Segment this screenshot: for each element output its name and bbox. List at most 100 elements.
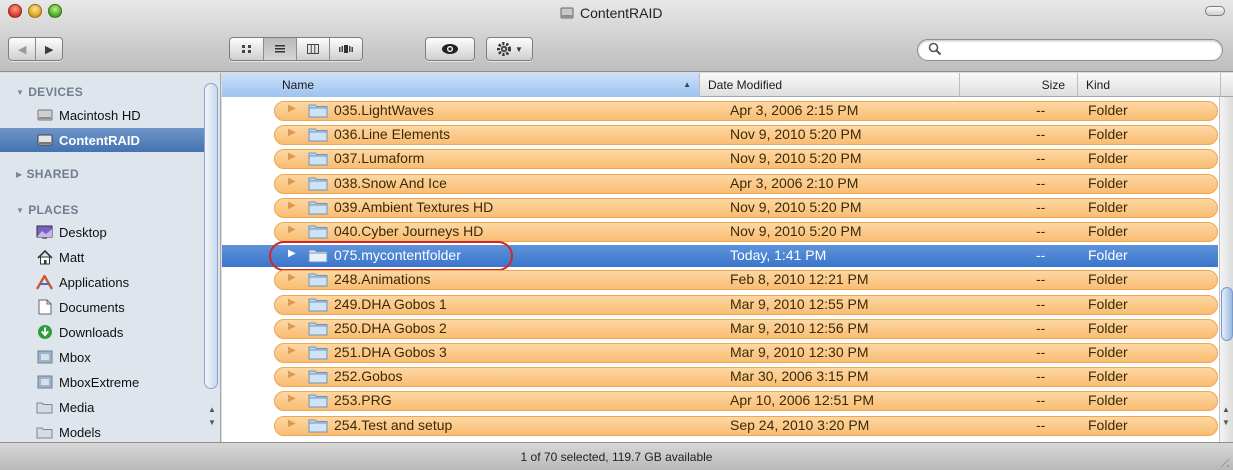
list-view-button[interactable] — [263, 38, 296, 60]
file-row[interactable]: ▶ 252.Gobos Mar 30, 2006 3:15 PM -- Folder — [222, 366, 1218, 388]
disclosure-triangle-icon[interactable]: ▶ — [288, 224, 296, 235]
file-row[interactable]: ▶ 254.Test and setup Sep 24, 2010 3:20 PM -… — [222, 415, 1218, 437]
file-row[interactable]: ▶ 249.DHA Gobos 1 Mar 9, 2010 12:55 PM -- Fo… — [222, 294, 1218, 316]
sidebar-item-downloads[interactable]: Downloads — [0, 320, 204, 344]
folder-icon — [308, 201, 328, 215]
sidebar-section-places[interactable]: ▼ PLACES — [16, 203, 79, 217]
file-row[interactable]: ▶ 035.LightWaves Apr 3, 2006 2:15 PM -- Fold… — [222, 100, 1218, 122]
scroll-up-icon[interactable]: ▲ — [205, 403, 219, 416]
column-header-label: Date Modified — [708, 78, 783, 92]
file-row[interactable]: ▶ 038.Snow And Ice Apr 3, 2006 2:10 PM -- Fo… — [222, 173, 1218, 195]
file-name: 254.Test and setup — [334, 417, 453, 433]
column-view-button[interactable] — [296, 38, 329, 60]
disclosure-triangle-icon[interactable]: ▶ — [288, 369, 296, 380]
view-mode-buttons — [229, 37, 363, 61]
documents-icon — [36, 299, 53, 316]
sidebar-item-matt[interactable]: Matt — [0, 245, 204, 269]
hard-drive-icon — [36, 132, 53, 149]
sidebar-item-label: Macintosh HD — [59, 107, 141, 123]
zoom-window-button[interactable] — [48, 4, 62, 18]
file-row[interactable]: ▶ 253.PRG Apr 10, 2006 12:51 PM -- Folder — [222, 390, 1218, 412]
disclosure-triangle-icon[interactable]: ▶ — [288, 393, 296, 404]
disclosure-triangle-icon[interactable]: ▶ — [288, 151, 296, 162]
file-row[interactable]: ▶ 250.DHA Gobos 2 Mar 9, 2010 12:56 PM -- Fo… — [222, 318, 1218, 340]
sidebar-item-applications[interactable]: Applications — [0, 270, 204, 294]
file-kind: Folder — [1088, 175, 1128, 191]
status-text: 1 of 70 selected, 119.7 GB available — [520, 449, 713, 464]
file-date-modified: Mar 9, 2010 12:55 PM — [730, 296, 869, 312]
scroll-down-icon[interactable]: ▼ — [205, 416, 219, 429]
sidebar-scroll-arrows[interactable]: ▲ ▼ — [205, 403, 219, 429]
folder-icon — [308, 419, 328, 433]
column-header-name[interactable]: Name ▲ — [222, 73, 700, 97]
action-menu-button[interactable]: ▼ — [486, 37, 533, 61]
file-size: -- — [1036, 392, 1046, 408]
sidebar-item-mbox[interactable]: Mbox — [0, 345, 204, 369]
status-bar: 1 of 70 selected, 119.7 GB available — [0, 442, 1233, 470]
sidebar-item-label: Mbox — [59, 349, 91, 365]
file-kind: Folder — [1088, 199, 1128, 215]
sidebar-item-label: Downloads — [59, 324, 124, 340]
file-row[interactable]: ▶ 040.Cyber Journeys HD Nov 9, 2010 5:20 P… — [222, 221, 1218, 243]
disclosure-triangle-icon[interactable]: ▶ — [288, 200, 296, 211]
column-header-kind[interactable]: Kind — [1078, 73, 1221, 97]
column-header-label: Kind — [1086, 78, 1111, 92]
sort-ascending-icon: ▲ — [683, 80, 691, 89]
column-header-label: Name — [282, 78, 315, 92]
close-window-button[interactable] — [8, 4, 22, 18]
disclosure-triangle-icon[interactable]: ▶ — [288, 297, 296, 308]
disclosure-triangle-icon[interactable]: ▶ — [288, 345, 296, 356]
sidebar-item-media[interactable]: Media — [0, 395, 204, 419]
sidebar-section-shared[interactable]: ▶ SHARED — [16, 167, 79, 181]
sidebar-item-documents[interactable]: Documents — [0, 295, 204, 319]
folder-icon — [308, 370, 328, 384]
column-header-date[interactable]: Date Modified — [700, 73, 960, 97]
file-date-modified: Nov 9, 2010 5:20 PM — [730, 223, 862, 239]
forward-button[interactable]: ▶ — [35, 38, 62, 60]
annotation-highlight-ring — [269, 241, 513, 271]
file-row[interactable]: ▶ 037.Lumaform Nov 9, 2010 5:20 PM -- Folder — [222, 148, 1218, 170]
disclosure-triangle-icon[interactable]: ▶ — [288, 103, 296, 114]
resize-grip-icon[interactable] — [1217, 455, 1229, 467]
back-button[interactable]: ◀ — [9, 38, 35, 60]
file-row[interactable]: ▶ 248.Animations Feb 8, 2010 12:21 PM -- Fol… — [222, 269, 1218, 291]
file-row[interactable]: ▶ 036.Line Elements Nov 9, 2010 5:20 PM -- F… — [222, 124, 1218, 146]
file-size: -- — [1036, 417, 1046, 433]
file-size: -- — [1036, 247, 1046, 263]
sidebar-item-models[interactable]: Models — [0, 420, 204, 442]
sidebar-item-contentraid[interactable]: ContentRAID — [0, 128, 204, 152]
disclosure-triangle-icon[interactable]: ▶ — [288, 321, 296, 332]
icon-view-button[interactable] — [230, 38, 263, 60]
sidebar-item-macintosh-hd[interactable]: Macintosh HD — [0, 103, 204, 127]
file-kind: Folder — [1088, 223, 1128, 239]
applications-icon — [36, 274, 53, 291]
file-date-modified: Apr 3, 2006 2:10 PM — [730, 175, 859, 191]
minimize-window-button[interactable] — [28, 4, 42, 18]
list-scrollbar-thumb[interactable] — [1221, 287, 1233, 341]
quick-look-button[interactable] — [425, 37, 475, 61]
search-field[interactable] — [917, 39, 1223, 61]
sidebar-item-mboxextreme[interactable]: MboxExtreme — [0, 370, 204, 394]
sidebar-scrollbar-thumb[interactable] — [204, 83, 218, 389]
scroll-up-icon[interactable]: ▲ — [1220, 403, 1232, 416]
column-header-size[interactable]: Size — [960, 73, 1078, 97]
sidebar-item-desktop[interactable]: Desktop — [0, 220, 204, 244]
disclosure-triangle-icon[interactable]: ▶ — [288, 176, 296, 187]
coverflow-view-button[interactable] — [329, 38, 362, 60]
disclosure-triangle-icon[interactable]: ▶ — [288, 272, 296, 283]
file-size: -- — [1036, 199, 1046, 215]
search-input[interactable] — [946, 42, 1214, 58]
file-row[interactable]: ▶ 039.Ambient Textures HD Nov 9, 2010 5:20… — [222, 197, 1218, 219]
file-row[interactable]: ▶ 251.DHA Gobos 3 Mar 9, 2010 12:30 PM -- Fo… — [222, 342, 1218, 364]
file-list: Name ▲ Date Modified Size Kind ▶ 035.Ligh… — [222, 73, 1233, 442]
sidebar-section-devices[interactable]: ▼ DEVICES — [16, 85, 83, 99]
file-size: -- — [1036, 223, 1046, 239]
disclosure-triangle-icon[interactable]: ▶ — [288, 127, 296, 138]
file-date-modified: Apr 3, 2006 2:15 PM — [730, 102, 859, 118]
list-scrollbar-track[interactable] — [1219, 97, 1233, 442]
file-row[interactable]: ▶ 075.mycontentfolder Today, 1:41 PM -- Fold… — [222, 241, 1218, 271]
toolbar-toggle-button[interactable] — [1205, 6, 1225, 16]
list-scroll-arrows[interactable]: ▲ ▼ — [1220, 403, 1232, 429]
scroll-down-icon[interactable]: ▼ — [1220, 416, 1232, 429]
disclosure-triangle-icon[interactable]: ▶ — [288, 418, 296, 429]
